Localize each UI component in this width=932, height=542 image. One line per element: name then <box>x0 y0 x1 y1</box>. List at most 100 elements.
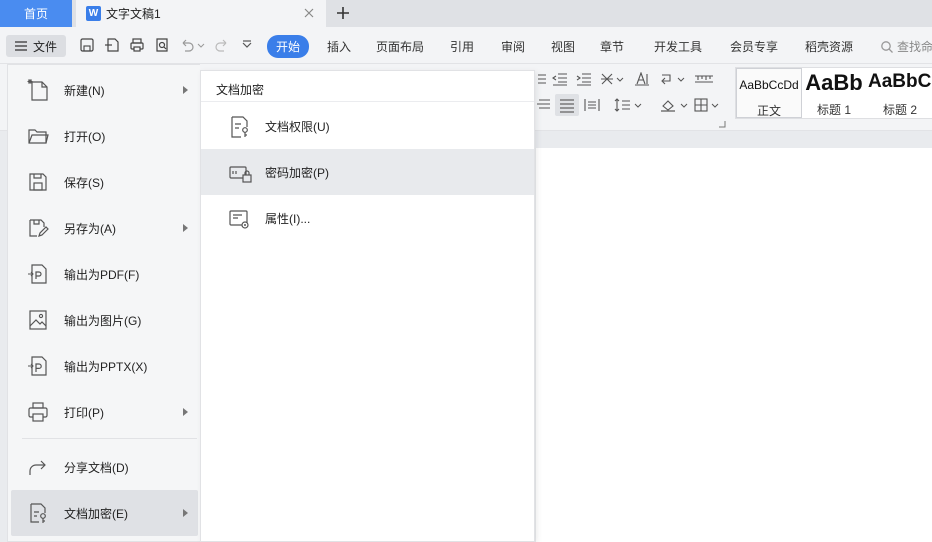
submenu-arrow-icon <box>183 408 188 416</box>
export-pdf-icon[interactable] <box>104 37 120 53</box>
submenu-arrow-icon <box>183 224 188 232</box>
tab-bar: 首页 W 文字文稿1 <box>0 0 932 27</box>
submenu-item-password-encrypt[interactable]: 密码加密(P) <box>201 149 534 195</box>
submenu-item-properties[interactable]: 属性(I)... <box>201 195 534 241</box>
tab-references[interactable]: 引用 <box>450 38 474 55</box>
customize-toolbar-icon[interactable] <box>240 37 254 53</box>
doc-permission-icon <box>228 115 252 139</box>
style-name: 标题 2 <box>882 103 917 117</box>
shading-icon[interactable] <box>660 98 690 112</box>
style-name: 标题 1 <box>816 103 851 117</box>
print-icon[interactable] <box>129 37 145 53</box>
menu-toolbar: 文件 开始 插入 页面布局 引用 审阅 视图 章节 开发工具 会员专享 稻壳资源… <box>0 27 932 64</box>
submenu-item-label: 文档权限(U) <box>265 120 330 134</box>
submenu-title: 文档加密 <box>216 83 265 97</box>
align-left-icon[interactable] <box>536 98 550 112</box>
tab-insert[interactable]: 插入 <box>327 38 351 55</box>
menu-item-export-pptx[interactable]: 输出为PPTX(X) <box>11 343 198 389</box>
menu-item-label: 文档加密(E) <box>64 506 128 521</box>
document-page[interactable] <box>536 148 932 542</box>
borders-icon[interactable] <box>694 98 724 112</box>
undo-icon[interactable] <box>179 37 205 53</box>
encrypt-submenu: 文档加密 文档权限(U) 密码加密(P) 属性(I)... <box>200 70 535 542</box>
close-tab-icon[interactable] <box>302 6 316 20</box>
share-icon <box>27 455 49 479</box>
tab-review[interactable]: 审阅 <box>501 38 525 55</box>
justify-icon[interactable] <box>555 94 579 116</box>
menu-item-new[interactable]: 新建(N) <box>11 67 198 113</box>
menu-item-open[interactable]: 打开(O) <box>11 113 198 159</box>
style-sample: AaBb <box>805 70 863 95</box>
file-menu-button[interactable]: 文件 <box>6 35 66 57</box>
file-menu: 新建(N) 打开(O) 保存(S) 另存为(A) 输出为PDF(F) 输出为图片… <box>7 64 200 542</box>
menu-item-label: 新建(N) <box>64 83 105 98</box>
save-icon <box>27 170 49 194</box>
command-search[interactable]: 查找命 <box>880 38 932 55</box>
submenu-arrow-icon <box>183 509 188 517</box>
save-icon[interactable] <box>79 37 95 53</box>
style-normal[interactable]: AaBbCcDd 正文 <box>736 68 802 118</box>
style-sample: AaBbCcDd <box>739 78 799 92</box>
menu-item-label: 打印(P) <box>64 405 104 420</box>
tab-start[interactable]: 开始 <box>267 35 310 58</box>
redo-icon[interactable] <box>214 37 230 53</box>
menu-item-print[interactable]: 打印(P) <box>11 389 198 435</box>
decrease-indent-icon[interactable] <box>552 72 568 86</box>
menu-item-encrypt[interactable]: 文档加密(E) <box>11 490 198 536</box>
save-as-icon <box>27 216 49 240</box>
menu-item-label: 保存(S) <box>64 175 104 190</box>
file-menu-label: 文件 <box>33 39 58 54</box>
tab-view[interactable]: 视图 <box>551 38 575 55</box>
hamburger-icon <box>14 40 28 52</box>
chinese-layout-icon[interactable] <box>600 72 626 86</box>
menu-item-label: 另存为(A) <box>64 221 116 236</box>
tab-docer-resources[interactable]: 稻壳资源 <box>805 38 853 55</box>
menu-item-save-as[interactable]: 另存为(A) <box>11 205 198 251</box>
ruler-icon[interactable] <box>694 72 714 86</box>
menu-item-export-pdf[interactable]: 输出为PDF(F) <box>11 251 198 297</box>
style-gallery: AaBbCcDd 正文 AaBb 标题 1 AaBbC 标题 2 <box>735 67 932 119</box>
menu-item-export-image[interactable]: 输出为图片(G) <box>11 297 198 343</box>
text-direction-icon[interactable] <box>634 72 650 86</box>
submenu-arrow-icon <box>183 86 188 94</box>
menu-divider <box>22 438 197 439</box>
export-pptx-icon <box>27 354 49 378</box>
export-pdf-icon <box>27 262 49 286</box>
distributed-align-icon[interactable] <box>584 98 600 112</box>
submenu-item-doc-permission[interactable]: 文档权限(U) <box>201 103 534 149</box>
print-preview-icon[interactable] <box>154 37 170 53</box>
encrypt-icon <box>27 501 49 525</box>
line-spacing-icon[interactable] <box>614 98 644 112</box>
search-icon <box>880 40 897 54</box>
folder-icon <box>27 124 49 148</box>
line-break-icon[interactable] <box>660 72 688 86</box>
menu-item-label: 输出为PDF(F) <box>64 267 140 282</box>
writer-doc-icon: W <box>86 6 101 21</box>
menu-item-label: 输出为图片(G) <box>64 313 142 328</box>
tab-member-exclusive[interactable]: 会员专享 <box>730 38 778 55</box>
style-sample: AaBbC <box>868 71 932 92</box>
search-label: 查找命 <box>897 40 932 54</box>
style-heading-1[interactable]: AaBb 标题 1 <box>802 68 866 118</box>
style-heading-2[interactable]: AaBbC 标题 2 <box>866 68 932 118</box>
menu-item-share[interactable]: 分享文档(D) <box>11 444 198 490</box>
tab-home[interactable]: 首页 <box>0 0 72 27</box>
tab-document[interactable]: W 文字文稿1 <box>76 0 326 27</box>
export-image-icon <box>27 308 49 332</box>
new-doc-icon <box>27 78 49 102</box>
menu-item-label: 分享文档(D) <box>64 460 129 475</box>
submenu-divider <box>201 101 534 102</box>
print-icon <box>27 400 49 424</box>
tab-page-layout[interactable]: 页面布局 <box>376 38 424 55</box>
increase-indent-icon[interactable] <box>576 72 592 86</box>
tab-section[interactable]: 章节 <box>600 38 624 55</box>
password-lock-icon <box>228 161 252 185</box>
bullets-icon[interactable] <box>536 72 546 86</box>
menu-item-label: 打开(O) <box>64 129 106 144</box>
menu-item-save[interactable]: 保存(S) <box>11 159 198 205</box>
new-tab-icon[interactable] <box>334 4 352 22</box>
submenu-item-label: 密码加密(P) <box>265 166 329 180</box>
properties-icon <box>228 207 252 231</box>
tab-developer-tools[interactable]: 开发工具 <box>654 38 702 55</box>
paragraph-settings-icon[interactable] <box>718 120 726 128</box>
